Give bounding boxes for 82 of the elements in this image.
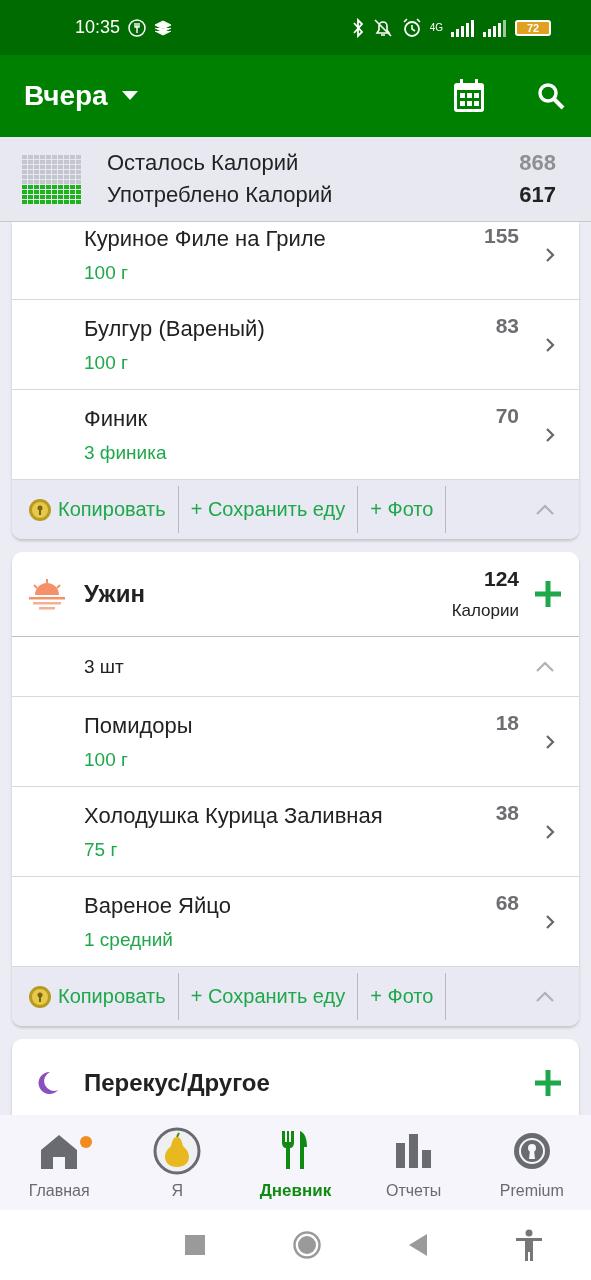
bar-chart-icon [395,1133,432,1168]
signal-icon [483,18,507,37]
food-amount: 75 г [84,838,119,861]
food-row[interactable]: Булгур (Вареный) 100 г 83 [12,300,579,390]
nav-tab[interactable]: Я [122,1125,233,1200]
chevron-right-icon [545,733,555,750]
chevron-right-icon [545,336,555,353]
pear-avatar-icon [153,1126,202,1175]
food-row[interactable]: Холодушка Курица Заливная 75 г 38 [12,787,579,877]
plus-icon [533,1068,563,1098]
nav-tab[interactable]: Premium [476,1125,587,1200]
food-amount: 3 финика [84,441,168,464]
calendar-icon [453,79,485,113]
calories-label: Калории [451,601,519,621]
coin-icon [28,984,52,1009]
save-meal-button[interactable]: + Сохранить еду [178,486,359,533]
photo-button[interactable]: + Фото [358,973,447,1020]
meal-title: Перекус/Другое [84,1069,271,1097]
home-circle-icon[interactable] [293,1231,321,1259]
chevron-up-icon[interactable] [535,990,555,1003]
coin-icon [28,497,52,522]
signal-icon [451,18,475,37]
food-name: Холодушка Курица Заливная [84,802,384,829]
food-calories: 70 [495,404,519,428]
plus-icon [533,579,563,609]
food-amount: 100 г [84,351,129,374]
meal-calories: 124 [483,567,519,591]
nav-tab[interactable]: Главная [4,1125,115,1200]
calorie-grid-icon [22,154,81,204]
bell-muted-icon [371,17,394,38]
food-row[interactable]: Помидоры 100 г 18 [12,697,579,787]
home-icon [40,1132,79,1169]
chevron-right-icon [545,426,555,443]
food-name: Вареное Яйцо [84,892,232,919]
food-calories: 68 [495,891,519,915]
sunset-icon [28,577,66,611]
nav-tab[interactable]: Отчеты [358,1125,469,1200]
chevron-right-icon [545,823,555,840]
food-name: Куриное Филе на Гриле [84,225,327,252]
chevron-up-icon[interactable] [535,660,555,673]
chevron-right-icon [545,913,555,930]
layers-icon [154,19,173,36]
food-calories: 83 [495,314,519,338]
food-calories: 18 [495,711,519,735]
copy-button[interactable]: Копировать [12,973,179,1020]
food-name: Помидоры [84,712,194,739]
clock-text: 10:35 [75,17,121,38]
summary-value: 868 [519,150,556,176]
alarm-icon [401,17,422,38]
fork-circle-icon [128,18,147,37]
chevron-right-icon [545,246,555,263]
summary-value: 617 [519,182,556,208]
calendar-button[interactable] [453,79,485,113]
nav-tab[interactable]: Дневник [240,1124,351,1201]
keyhole-badge-icon [512,1131,551,1170]
food-name: Финик [84,405,149,432]
food-calories: 155 [483,224,519,248]
summary-label: Употреблено Калорий [107,182,333,208]
back-icon[interactable] [409,1234,427,1256]
food-name: Булгур (Вареный) [84,315,266,342]
bluetooth-icon [351,17,364,38]
add-food-button[interactable] [533,579,563,609]
food-row[interactable]: Куриное Филе на Гриле 100 г 155 [12,222,579,300]
summary-label: Осталось Калорий [107,150,299,176]
network-label: 4G [429,22,443,33]
food-amount: 100 г [84,748,129,771]
battery-icon: 72 [515,19,551,36]
photo-button[interactable]: + Фото [358,486,447,533]
search-button[interactable] [537,82,565,110]
item-count: 3 шт [84,655,124,678]
food-calories: 38 [495,801,519,825]
food-amount: 1 средний [84,928,174,951]
dropdown-caret-icon[interactable] [121,91,138,101]
food-amount: 100 г [84,261,129,284]
add-food-button[interactable] [533,1068,563,1098]
save-meal-button[interactable]: + Сохранить еду [178,973,359,1020]
copy-button[interactable]: Копировать [12,486,179,533]
chevron-up-icon[interactable] [535,503,555,516]
search-icon [537,82,565,110]
screen-title: Вчера [24,80,108,112]
meal-title: Ужин [84,580,146,608]
accessibility-icon[interactable] [515,1229,543,1261]
